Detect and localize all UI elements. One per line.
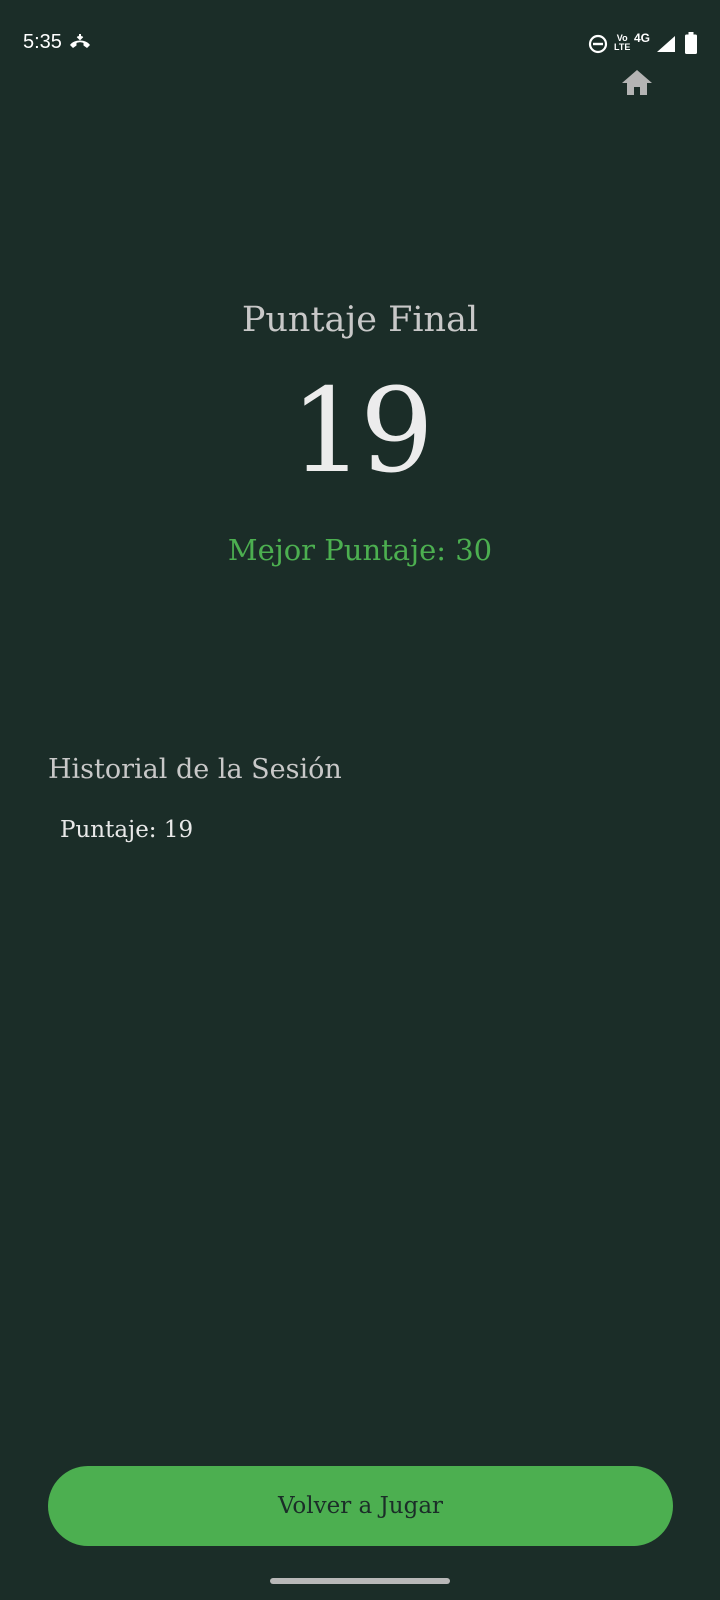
- play-again-label: Volver a Jugar: [277, 1493, 444, 1519]
- session-history-list: Puntaje: 19: [60, 814, 193, 846]
- do-not-disturb-icon: [588, 34, 608, 54]
- home-icon[interactable]: [620, 67, 654, 99]
- signal-icon: [657, 36, 675, 52]
- best-score: Mejor Puntaje: 30: [227, 533, 493, 567]
- battery-icon: [685, 32, 697, 54]
- gesture-navigation-bar[interactable]: [270, 1578, 450, 1584]
- history-item: Puntaje: 19: [60, 817, 194, 843]
- status-bar: 5:35 Vo LTE 4G: [0, 0, 720, 88]
- score-panel: Puntaje Final 19 Mejor Puntaje: 30: [0, 296, 720, 570]
- call-icon: [70, 34, 90, 48]
- status-time: 5:35: [23, 31, 62, 53]
- final-score-title: Puntaje Final: [241, 300, 479, 340]
- volte-bottom-label: LTE: [614, 42, 631, 52]
- volte-icon: Vo LTE: [614, 34, 630, 52]
- play-again-button[interactable]: Volver a Jugar: [48, 1466, 673, 1546]
- final-score-value: 19: [290, 364, 434, 499]
- network-type: 4G: [634, 31, 651, 45]
- session-history-title: Historial de la Sesión: [48, 754, 342, 785]
